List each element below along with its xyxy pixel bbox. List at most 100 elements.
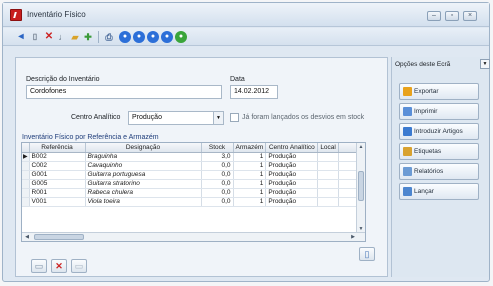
first-record-icon[interactable]: ● bbox=[119, 31, 131, 43]
cell-location[interactable] bbox=[317, 179, 339, 189]
folder-icon[interactable]: ▰ bbox=[69, 31, 81, 43]
column-header-reference[interactable]: Referência bbox=[29, 143, 86, 153]
window-title: Inventário Físico bbox=[27, 10, 86, 19]
cell-location[interactable] bbox=[317, 197, 339, 207]
table-row[interactable]: V001 Viola toeira 0,0 1 Produção bbox=[22, 197, 362, 207]
cell-cost-center[interactable]: Produção bbox=[265, 188, 319, 198]
post-label: Lançar bbox=[414, 188, 434, 195]
chevron-down-icon[interactable]: ▼ bbox=[480, 59, 490, 69]
cell-designation[interactable]: Rabeca chulera bbox=[85, 188, 202, 198]
cell-reference[interactable]: G001 bbox=[29, 170, 86, 180]
cell-warehouse[interactable]: 1 bbox=[233, 152, 267, 162]
cell-warehouse[interactable]: 1 bbox=[233, 179, 267, 189]
deviations-checkbox[interactable] bbox=[230, 113, 239, 122]
cell-stock[interactable]: 0,0 bbox=[201, 161, 234, 171]
row-indicator bbox=[22, 188, 30, 198]
table-row[interactable]: ▶ B002 Braguinha 3,0 1 Produção bbox=[22, 152, 362, 162]
cell-designation[interactable]: Guitarra stratorino bbox=[85, 179, 202, 189]
cell-warehouse[interactable]: 1 bbox=[233, 197, 267, 207]
delete-icon[interactable]: ✕ bbox=[43, 31, 55, 43]
close-button[interactable]: × bbox=[463, 11, 477, 21]
tools-icon[interactable]: ♩ bbox=[57, 31, 69, 43]
previous-record-icon[interactable]: ● bbox=[133, 31, 145, 43]
cell-reference[interactable]: C002 bbox=[29, 161, 86, 171]
cell-reference[interactable]: V001 bbox=[29, 197, 86, 207]
back-arrow-icon[interactable]: ◂ bbox=[15, 31, 27, 43]
table-row[interactable]: R001 Rabeca chulera 0,0 1 Produção bbox=[22, 188, 362, 198]
cell-location[interactable] bbox=[317, 161, 339, 171]
cell-reference[interactable]: G005 bbox=[29, 179, 86, 189]
table-row[interactable]: C002 Cavaquinho 0,0 1 Produção bbox=[22, 161, 362, 171]
cell-location[interactable] bbox=[317, 170, 339, 180]
cell-stock[interactable]: 0,0 bbox=[201, 188, 234, 198]
tag-icon[interactable]: ✚ bbox=[82, 31, 94, 43]
date-field[interactable]: 14.02.2012 bbox=[230, 85, 278, 99]
export-button[interactable]: Exportar bbox=[399, 83, 479, 100]
minimize-button[interactable]: – bbox=[427, 11, 441, 21]
grid-horizontal-scrollbar[interactable]: ◀ ▶ bbox=[22, 232, 365, 241]
vertical-scroll-thumb[interactable] bbox=[358, 171, 364, 201]
cell-designation[interactable]: Viola toeira bbox=[85, 197, 202, 207]
grid-vertical-scrollbar[interactable]: ▲ ▼ bbox=[356, 143, 365, 233]
cell-cost-center[interactable]: Produção bbox=[265, 170, 319, 180]
cell-reference[interactable]: B002 bbox=[29, 152, 86, 162]
cell-reference[interactable]: R001 bbox=[29, 188, 86, 198]
cell-cost-center[interactable]: Produção bbox=[265, 197, 319, 207]
scroll-up-icon[interactable]: ▲ bbox=[357, 144, 365, 150]
row-indicator bbox=[22, 161, 30, 171]
add-items-button[interactable]: Introduzir Artigos bbox=[399, 123, 479, 140]
cell-stock[interactable]: 0,0 bbox=[201, 197, 234, 207]
labels-button[interactable]: Etiquetas bbox=[399, 143, 479, 160]
grid-header: Referência Designação Stock Armazém Cent… bbox=[22, 143, 362, 153]
cell-stock[interactable]: 3,0 bbox=[201, 152, 234, 162]
column-header-cost-center[interactable]: Centro Analítico bbox=[265, 143, 319, 153]
maximize-button[interactable]: ▫ bbox=[445, 11, 459, 21]
horizontal-scroll-thumb[interactable] bbox=[34, 234, 84, 240]
table-row[interactable]: G001 Guitarra portuguesa 0,0 1 Produção bbox=[22, 170, 362, 180]
cell-location[interactable] bbox=[317, 188, 339, 198]
print-preview-icon[interactable]: ⎙ bbox=[103, 31, 115, 43]
reports-label: Relatórios bbox=[414, 168, 444, 175]
cell-designation[interactable]: Guitarra portuguesa bbox=[85, 170, 202, 180]
column-header-designation[interactable]: Designação bbox=[85, 143, 202, 153]
table-row[interactable]: G005 Guitarra stratorino 0,0 1 Produção bbox=[22, 179, 362, 189]
description-field[interactable]: Cordofones bbox=[26, 85, 222, 99]
column-header-warehouse[interactable]: Armazém bbox=[233, 143, 267, 153]
column-header-stock[interactable]: Stock bbox=[201, 143, 234, 153]
reports-button[interactable]: Relatórios bbox=[399, 163, 479, 180]
row-indicator bbox=[22, 197, 30, 207]
cell-warehouse[interactable]: 1 bbox=[233, 170, 267, 180]
post-button[interactable]: Lançar bbox=[399, 183, 479, 200]
cell-designation[interactable]: Cavaquinho bbox=[85, 161, 202, 171]
title-bar: Inventário Físico – ▫ × bbox=[3, 3, 489, 27]
labels-label: Etiquetas bbox=[414, 148, 442, 155]
cell-warehouse[interactable]: 1 bbox=[233, 188, 267, 198]
row-details-button[interactable]: ▭ bbox=[71, 259, 87, 273]
next-record-icon[interactable]: ● bbox=[147, 31, 159, 43]
reports-icon bbox=[403, 167, 412, 176]
cell-location[interactable] bbox=[317, 152, 339, 162]
new-document-icon[interactable]: ▯ bbox=[29, 31, 41, 43]
scroll-right-icon[interactable]: ▶ bbox=[349, 234, 357, 240]
add-row-button[interactable]: ▭ bbox=[31, 259, 47, 273]
delete-row-button[interactable]: ✕ bbox=[51, 259, 67, 273]
scroll-left-icon[interactable]: ◀ bbox=[23, 234, 31, 240]
print-button[interactable]: Imprimir bbox=[399, 103, 479, 120]
row-indicator-header bbox=[22, 143, 30, 153]
cell-warehouse[interactable]: 1 bbox=[233, 161, 267, 171]
toolbar: ◂ ▯ ✕ ♩ ▰ ✚ ⎙ ● ● ● ● ● bbox=[3, 28, 489, 46]
description-label: Descrição do Inventário bbox=[26, 76, 100, 83]
cell-designation[interactable]: Braguinha bbox=[85, 152, 202, 162]
last-record-icon[interactable]: ● bbox=[161, 31, 173, 43]
cell-cost-center[interactable]: Produção bbox=[265, 161, 319, 171]
cell-cost-center[interactable]: Produção bbox=[265, 179, 319, 189]
row-indicator bbox=[22, 179, 30, 189]
refresh-icon[interactable]: ● bbox=[175, 31, 187, 43]
grid-options-button[interactable]: ▯ bbox=[359, 247, 375, 261]
cost-center-select[interactable]: Produção ▼ bbox=[128, 111, 224, 125]
cell-cost-center[interactable]: Produção bbox=[265, 152, 319, 162]
column-header-location[interactable]: Local bbox=[317, 143, 339, 153]
cost-center-label: Centro Analítico bbox=[71, 114, 121, 121]
cell-stock[interactable]: 0,0 bbox=[201, 179, 234, 189]
cell-stock[interactable]: 0,0 bbox=[201, 170, 234, 180]
